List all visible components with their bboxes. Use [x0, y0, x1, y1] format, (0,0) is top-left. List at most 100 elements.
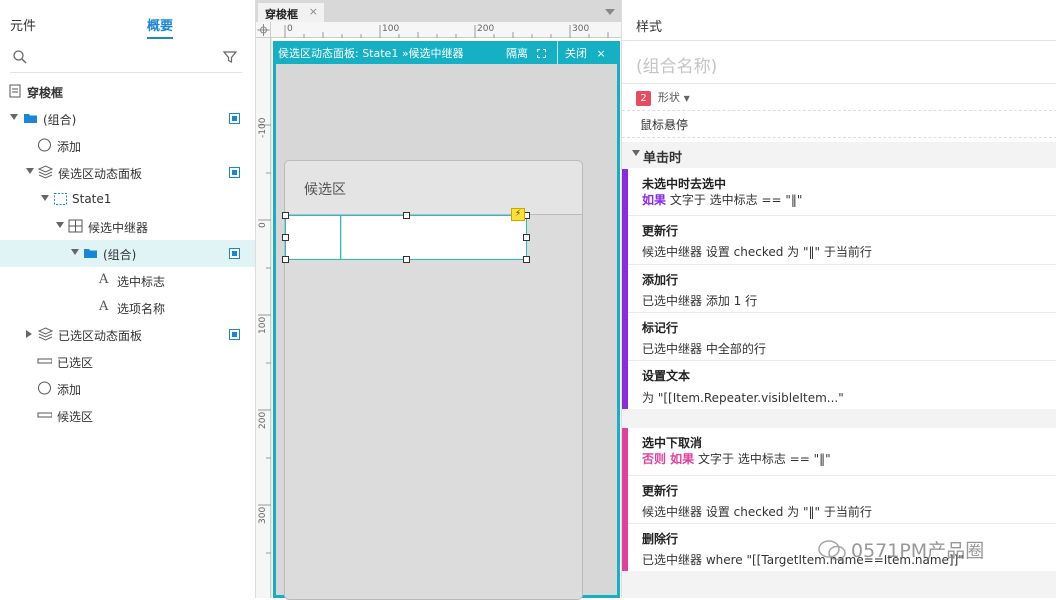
style-panel: 样式 (组合名称) 2 形状 ▼ 鼠标悬停 单击时 未选中时去选中 如果 文字于… [621, 0, 1056, 598]
tab-widgets[interactable]: 元件 [10, 15, 36, 34]
case-title: 选中下取消 [642, 436, 703, 450]
rect-icon [37, 358, 52, 364]
action-set-text[interactable]: 设置文本 为 "[[Item.Repeater.visibleItem..." [628, 360, 1056, 409]
page-icon [9, 84, 21, 98]
tree-label: 选中标志 [117, 275, 166, 289]
tree-row-page[interactable]: 穿梭框 [0, 78, 255, 105]
tree-row-state1[interactable]: State1 [0, 186, 255, 213]
edit-path: 侯选区动态面板: State1 »候选中继器 [278, 47, 464, 60]
close-label: 关闭 [565, 47, 587, 60]
expand-arrow-icon[interactable] [10, 114, 18, 120]
ruler-corner[interactable] [256, 22, 271, 38]
divider [622, 83, 1056, 84]
action-desc: 已选中继器 中全部的行 [642, 342, 766, 356]
tree-row-add[interactable]: 添加 [0, 132, 255, 159]
action-update-row[interactable]: 更新行 候选中继器 设置 checked 为 "‖" 于当前行 [628, 475, 1056, 523]
wechat-icon [818, 540, 846, 561]
resize-handle[interactable] [403, 212, 410, 219]
tree-label: (组合) [43, 113, 77, 127]
tree-row-selected-panel[interactable]: 已选区动态面板 [0, 321, 255, 348]
action-mark-rows[interactable]: 标记行 已选中继器 中全部的行 [628, 312, 1056, 360]
event-header[interactable]: 单击时 [622, 142, 1056, 168]
shape-selector[interactable]: 2 形状 ▼ [636, 89, 690, 106]
visibility-badge[interactable] [229, 329, 240, 340]
ruler-label: 300 [258, 506, 268, 524]
filter-icon[interactable] [222, 49, 238, 65]
dynamic-panel-icon [38, 165, 53, 179]
circle-icon [38, 138, 51, 152]
group-name-field[interactable]: (组合名称) [636, 52, 717, 77]
tree-label: 已选区动态面板 [58, 329, 143, 343]
action-update-row[interactable]: 更新行 候选中继器 设置 checked 为 "‖" 于当前行 [628, 215, 1056, 264]
action-title: 设置文本 [642, 369, 691, 383]
hover-event[interactable]: 鼠标悬停 [640, 116, 688, 133]
expand-arrow-icon[interactable] [26, 168, 34, 174]
divider [622, 40, 1056, 41]
action-desc: 候选中继器 设置 checked 为 "‖" 于当前行 [642, 505, 872, 519]
resize-handle[interactable] [282, 234, 289, 241]
close-button[interactable]: 关闭 × [565, 45, 606, 61]
case-1[interactable]: 未选中时去选中 如果 文字于 选中标志 == "‖" [628, 169, 1056, 215]
resize-handle[interactable] [403, 256, 410, 263]
canvas-area: 穿梭框 × 0 100 200 300 -100 0 100 200 300 侯… [256, 0, 621, 600]
text-icon: A [99, 272, 109, 287]
case-title: 未选中时去选中 [642, 177, 727, 191]
tab-outline[interactable]: 概要 [147, 15, 174, 39]
resize-handle[interactable] [282, 256, 289, 263]
divider [557, 41, 558, 64]
outline-search[interactable] [10, 47, 242, 73]
isolate-button[interactable]: 隔离 [506, 45, 546, 61]
tree-label: 候选区 [57, 410, 94, 424]
text-icon: A [99, 299, 109, 314]
resize-handle[interactable] [523, 256, 530, 263]
dynamic-panel-icon [38, 327, 53, 341]
left-tabs: 元件 概要 [0, 0, 255, 39]
visibility-badge[interactable] [229, 167, 240, 178]
case-2[interactable]: 选中下取消 否则 如果 文字于 选中标志 == "‖" [628, 428, 1056, 475]
tree-label: 侯选区动态面板 [58, 167, 143, 181]
tree-row-group[interactable]: (组合) [0, 105, 255, 132]
tab-page[interactable]: 穿梭框 × [258, 3, 324, 22]
tree-label: 穿梭框 [27, 86, 64, 100]
check-cell[interactable] [286, 216, 341, 259]
expand-arrow-icon[interactable] [41, 195, 49, 201]
tree-row-check-mark[interactable]: A 选中标志 [0, 267, 255, 294]
expand-arrow-icon[interactable] [56, 222, 64, 228]
action-add-row[interactable]: 添加行 已选中继器 添加 1 行 [628, 264, 1056, 312]
tree-row-inner-group[interactable]: (组合) [0, 240, 255, 267]
tree-row-selected-area[interactable]: 已选区 [0, 348, 255, 375]
ruler-label: -100 [258, 117, 268, 138]
tree-row-repeater[interactable]: 候选中继器 [0, 213, 255, 240]
resize-handle[interactable] [523, 234, 530, 241]
ruler-label: 100 [258, 316, 268, 334]
search-icon [13, 50, 27, 64]
tree-row-candidate-area[interactable]: 候选区 [0, 402, 255, 429]
condition-text: 文字于 选中标志 == "‖" [669, 193, 803, 207]
action-desc: 为 "[[Item.Repeater.visibleItem..." [642, 391, 844, 405]
interaction-lightning-icon[interactable]: ⚡ [511, 208, 525, 221]
event-title: 单击时 [643, 151, 683, 166]
tree-row-candidate-panel[interactable]: 侯选区动态面板 [0, 159, 255, 186]
close-icon[interactable]: × [309, 5, 318, 18]
option-cell[interactable] [342, 216, 526, 259]
case-gap [622, 409, 1056, 428]
tree-row-option-name[interactable]: A 选项名称 [0, 294, 255, 321]
watermark-text: 0571PM产品圈 [851, 540, 985, 562]
shape-label: 形状 [657, 91, 680, 104]
action-title: 添加行 [642, 273, 679, 287]
tree-label: State1 [72, 192, 112, 206]
state-icon [54, 193, 67, 205]
tree-row-add-2[interactable]: 添加 [0, 375, 255, 402]
tree-label: 已选区 [57, 356, 94, 370]
resize-handle[interactable] [282, 212, 289, 219]
rect-icon [37, 412, 52, 418]
visibility-badge[interactable] [229, 248, 240, 259]
chevron-down-icon: ▼ [683, 94, 690, 103]
expand-arrow-icon[interactable] [71, 249, 79, 255]
selected-group[interactable]: ⚡ [282, 208, 530, 263]
isolate-label: 隔离 [506, 47, 528, 60]
visibility-badge[interactable] [229, 113, 240, 124]
tabs-dropdown-icon[interactable] [605, 9, 615, 15]
action-title: 更新行 [642, 224, 679, 238]
collapse-arrow-icon[interactable] [26, 330, 32, 338]
